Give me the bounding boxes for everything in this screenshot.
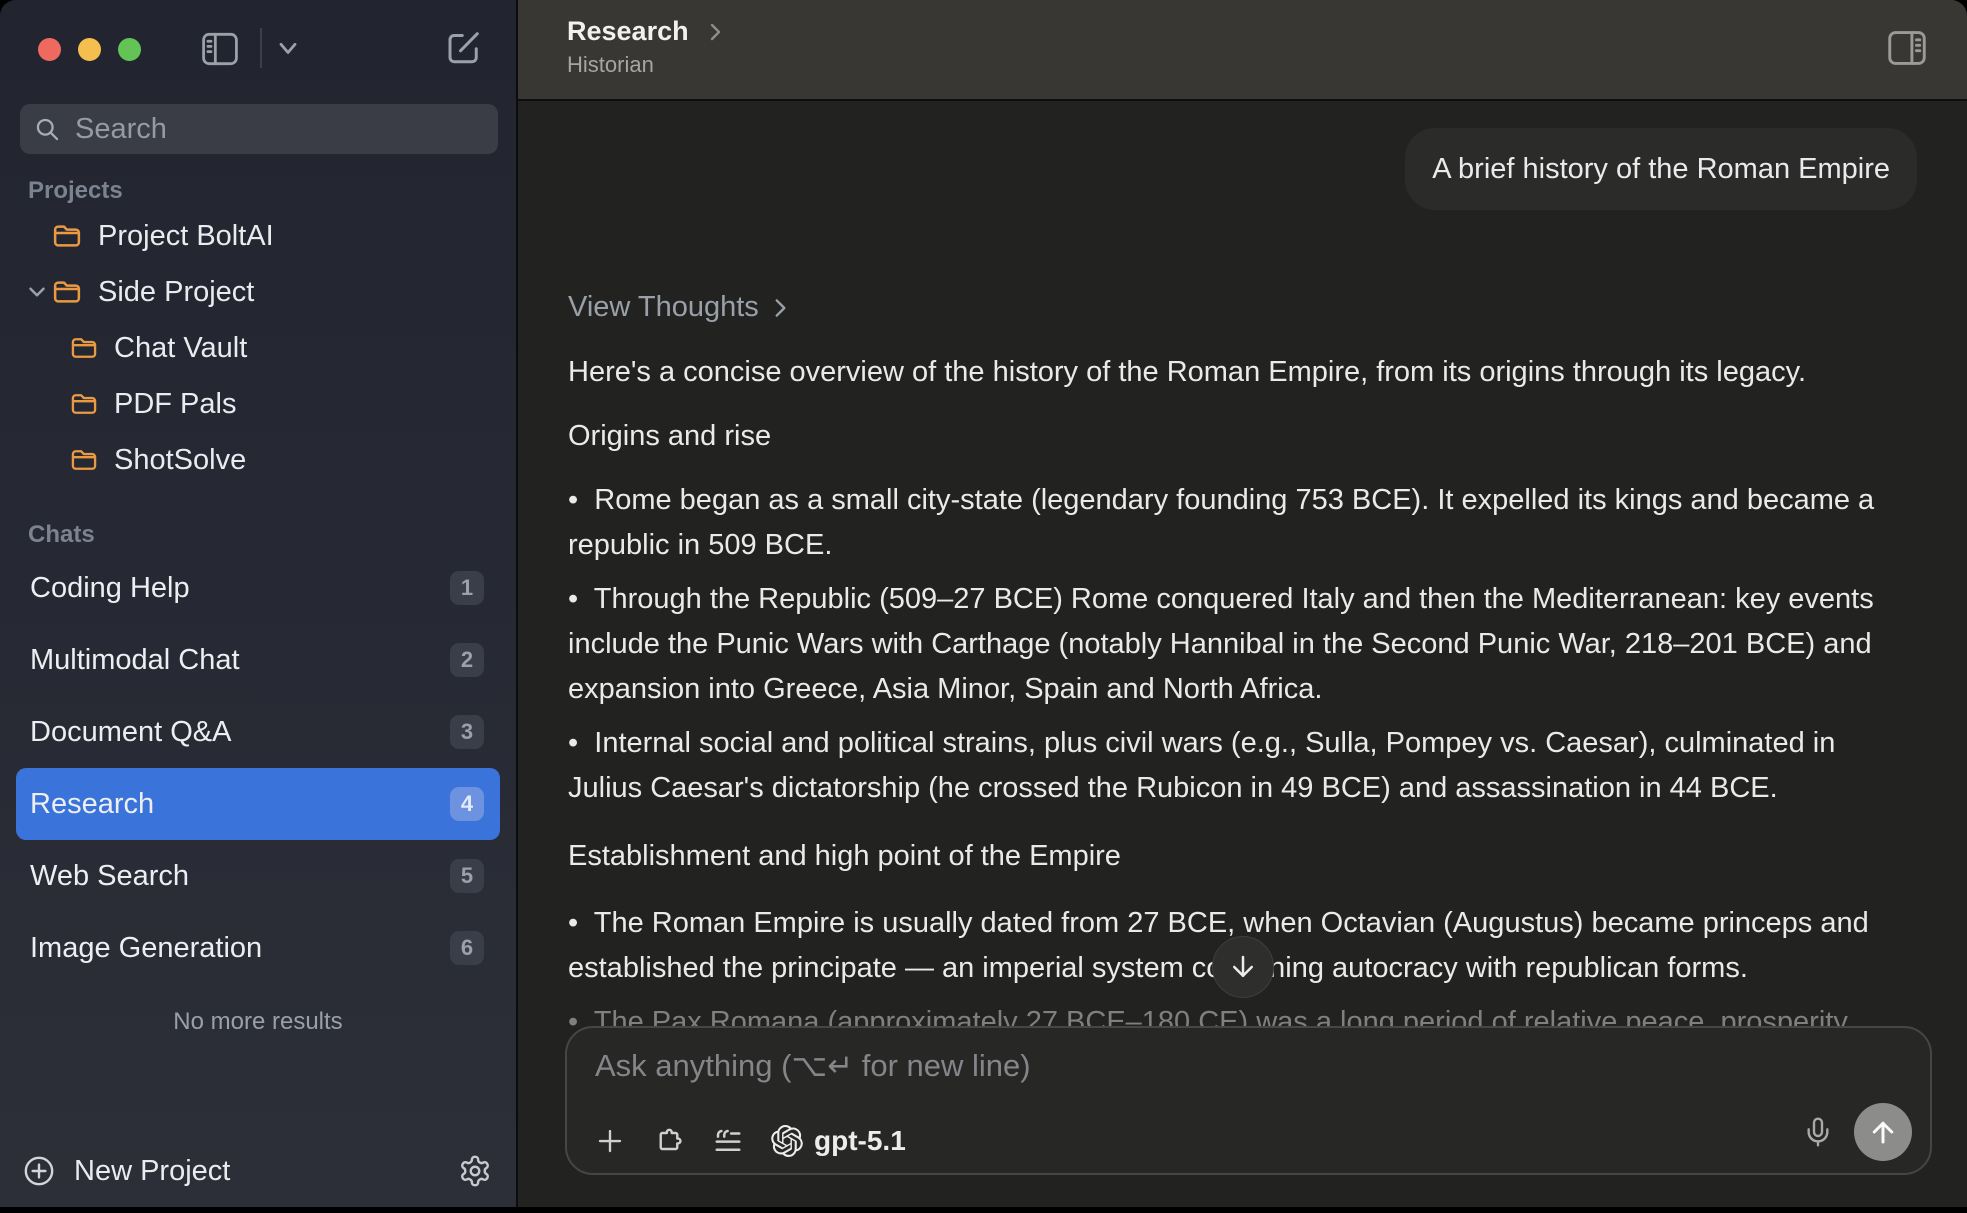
- folder-icon: [52, 279, 82, 305]
- attach-plus-button[interactable]: [595, 1126, 625, 1156]
- minimize-window-button[interactable]: [78, 38, 101, 61]
- chats-section-label: Chats: [28, 521, 516, 545]
- chat-count-badge: 5: [450, 859, 484, 893]
- chevron-down-icon[interactable]: [274, 38, 302, 65]
- chat-count-badge: 3: [450, 715, 484, 749]
- settings-button[interactable]: [458, 1154, 492, 1188]
- arrow-up-icon: [1868, 1117, 1898, 1147]
- quote-list-icon: [713, 1126, 743, 1156]
- folder-icon: [70, 336, 98, 360]
- view-thoughts-label: View Thoughts: [568, 285, 759, 330]
- chat-label: Research: [30, 788, 154, 821]
- search-icon: [34, 116, 61, 143]
- message-input[interactable]: [593, 1046, 1710, 1106]
- chat-item-research[interactable]: Research 4: [16, 768, 500, 840]
- plugins-button[interactable]: [653, 1125, 685, 1157]
- compose-icon[interactable]: [443, 26, 485, 73]
- chat-label: Image Generation: [30, 932, 262, 965]
- assistant-heading: Origins and rise: [568, 414, 1917, 459]
- model-selector[interactable]: gpt-5.1: [771, 1125, 906, 1157]
- zoom-window-button[interactable]: [118, 38, 141, 61]
- chat-header: Research Historian: [518, 0, 1967, 101]
- chat-count-badge: 4: [450, 787, 484, 821]
- chat-label: Document Q&A: [30, 716, 231, 749]
- project-item-boltai[interactable]: Project BoltAI: [0, 208, 516, 264]
- folder-icon: [70, 392, 98, 416]
- project-label: Side Project: [98, 276, 254, 309]
- assistant-bullet: • Rome began as a small city-state (lege…: [568, 478, 1917, 568]
- folder-icon: [52, 223, 82, 249]
- project-label: ShotSolve: [114, 444, 246, 477]
- gear-icon: [458, 1154, 492, 1188]
- chat-label: Web Search: [30, 860, 189, 893]
- chat-item-document-qa[interactable]: Document Q&A 3: [16, 696, 500, 768]
- app-window: Projects Project BoltAI: [0, 0, 1967, 1207]
- project-item-chat-vault[interactable]: Chat Vault: [0, 320, 516, 376]
- chat-item-multimodal-chat[interactable]: Multimodal Chat 2: [16, 624, 500, 696]
- assistant-bullet: • Internal social and political strains,…: [568, 721, 1917, 811]
- mic-button[interactable]: [1802, 1116, 1834, 1148]
- chat-label: Coding Help: [30, 572, 190, 605]
- chevron-right-icon: [703, 20, 727, 44]
- assistant-bullet: • Through the Republic (509–27 BCE) Rome…: [568, 577, 1917, 712]
- assistant-heading: Establishment and high point of the Empi…: [568, 834, 1917, 879]
- folder-icon: [70, 448, 98, 472]
- project-label: PDF Pals: [114, 388, 236, 421]
- plus-circle-icon: [22, 1154, 56, 1188]
- close-window-button[interactable]: [38, 38, 61, 61]
- sidebar-toggle-icon[interactable]: [198, 30, 242, 73]
- assistant-name: Historian: [567, 52, 1967, 78]
- no-more-results-text: No more results: [0, 1008, 516, 1038]
- project-label: Project BoltAI: [98, 220, 274, 253]
- chat-item-coding-help[interactable]: Coding Help 1: [16, 552, 500, 624]
- puzzle-icon: [653, 1125, 685, 1157]
- arrow-down-icon: [1228, 952, 1258, 982]
- project-item-side-project[interactable]: Side Project: [0, 264, 516, 320]
- message-composer[interactable]: gpt-5.1: [565, 1026, 1932, 1175]
- search-box[interactable]: [20, 104, 498, 154]
- project-item-shotsolve[interactable]: ShotSolve: [0, 432, 516, 488]
- chat-count-badge: 2: [450, 643, 484, 677]
- projects-section-label: Projects: [28, 177, 516, 201]
- chat-item-web-search[interactable]: Web Search 5: [16, 840, 500, 912]
- project-item-pdf-pals[interactable]: PDF Pals: [0, 376, 516, 432]
- chat-item-image-generation[interactable]: Image Generation 6: [16, 912, 500, 984]
- plus-icon: [595, 1126, 625, 1156]
- send-button[interactable]: [1854, 1103, 1912, 1161]
- new-project-button[interactable]: New Project: [22, 1154, 230, 1188]
- mic-icon: [1802, 1116, 1834, 1148]
- prompt-library-button[interactable]: [713, 1126, 743, 1156]
- user-message-bubble: A brief history of the Roman Empire: [1405, 128, 1917, 210]
- model-label: gpt-5.1: [814, 1125, 906, 1157]
- sidebar-footer: New Project: [0, 1145, 516, 1207]
- assistant-paragraph: Here's a concise overview of the history…: [568, 350, 1917, 395]
- scroll-to-bottom-button[interactable]: [1212, 936, 1274, 998]
- chevron-down-icon[interactable]: [24, 279, 52, 305]
- toolbar-divider: [260, 28, 262, 68]
- composer-actions: [1802, 1103, 1912, 1161]
- chat-title[interactable]: Research: [567, 16, 689, 47]
- main-panel: Research Historian A brief history of th…: [518, 0, 1967, 1207]
- sidebar: Projects Project BoltAI: [0, 0, 518, 1207]
- sidebar-toolbar: [0, 0, 516, 96]
- sidebar-scroll-area[interactable]: Projects Project BoltAI: [0, 154, 516, 1145]
- project-label: Chat Vault: [114, 332, 247, 365]
- chat-count-badge: 6: [450, 931, 484, 965]
- chevron-right-icon: [767, 295, 793, 321]
- window-bottom-edge: [0, 1207, 1967, 1213]
- new-project-label: New Project: [74, 1155, 230, 1188]
- composer-toolbar: gpt-5.1: [595, 1125, 906, 1157]
- chat-count-badge: 1: [450, 571, 484, 605]
- search-input[interactable]: [73, 112, 484, 147]
- chat-label: Multimodal Chat: [30, 644, 240, 677]
- openai-logo: [771, 1125, 803, 1157]
- panel-right-icon[interactable]: [1884, 28, 1930, 73]
- view-thoughts-button[interactable]: View Thoughts: [568, 285, 1917, 330]
